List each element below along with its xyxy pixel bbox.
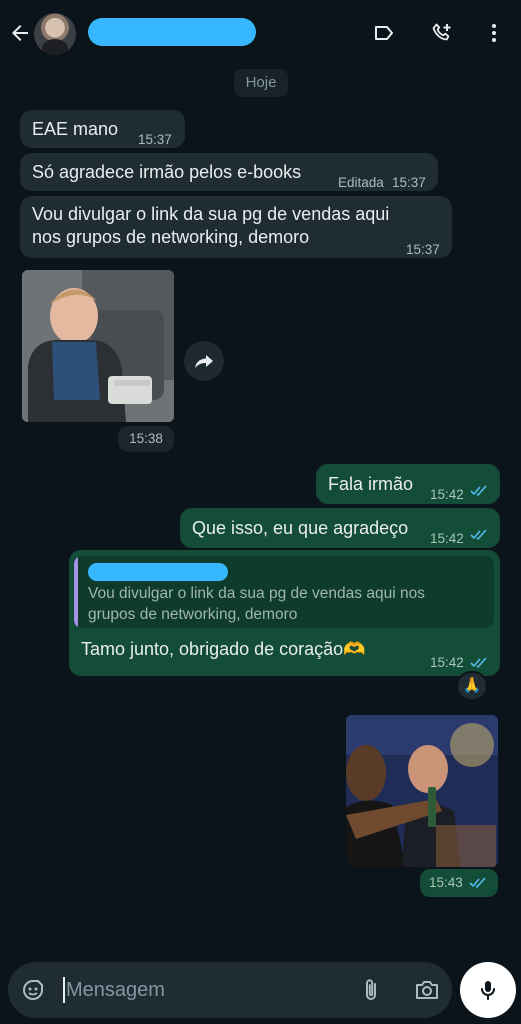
read-ticks-icon xyxy=(470,657,487,669)
voice-message-button[interactable] xyxy=(460,962,516,1018)
read-ticks-icon xyxy=(470,485,487,497)
message-text-line1: Vou divulgar o link da sua pg de vendas … xyxy=(32,204,390,224)
avatar[interactable] xyxy=(34,13,76,55)
movie-still-photo xyxy=(346,715,498,867)
message-time: 15:37 xyxy=(406,242,440,257)
camera-icon[interactable] xyxy=(414,977,440,1003)
quoted-text-line2: grupos de networking, demoro xyxy=(88,606,298,623)
message-text-line2: nos grupos de networking, demoro xyxy=(32,227,310,247)
message-text: Fala irmão xyxy=(328,474,414,494)
message-text: Só agradece irmão pelos e-books xyxy=(32,162,302,182)
image-time: 15:38 xyxy=(118,426,174,452)
message-time: 15:42 xyxy=(430,487,464,502)
read-ticks-icon xyxy=(469,877,486,889)
more-vert-icon[interactable] xyxy=(482,21,506,45)
message-text: Tamo junto, obrigado de coração🫶 xyxy=(81,639,366,659)
edited-label: Editada xyxy=(338,175,384,190)
image-time: 15:43 xyxy=(429,875,463,890)
message-text: Que isso, eu que agradeço xyxy=(192,518,409,538)
contact-name-redacted[interactable] xyxy=(88,18,256,46)
chat-header xyxy=(0,0,521,66)
sticker-icon[interactable] xyxy=(20,977,46,1003)
date-chip: Hoje xyxy=(234,69,288,97)
message-input-placeholder[interactable]: Mensagem xyxy=(66,979,165,1002)
message-time: 15:37 xyxy=(138,132,172,147)
message-text: EAE mano xyxy=(32,119,119,139)
message-incoming[interactable]: Só agradece irmão pelos e-books Editada … xyxy=(20,153,438,191)
quoted-author-redacted xyxy=(88,563,228,581)
read-ticks-icon xyxy=(470,529,487,541)
label-icon[interactable] xyxy=(372,21,396,45)
quoted-text-line1: Vou divulgar o link da sua pg de vendas … xyxy=(88,585,425,602)
forward-icon xyxy=(195,355,213,368)
message-time: 15:37 xyxy=(392,175,426,190)
message-time: 15:42 xyxy=(430,655,464,670)
attach-icon[interactable] xyxy=(359,977,385,1003)
message-composer[interactable]: Mensagem xyxy=(8,962,452,1018)
forward-button[interactable] xyxy=(184,341,224,381)
back-arrow-icon[interactable] xyxy=(8,21,32,45)
message-outgoing[interactable]: Fala irmão 15:42 xyxy=(316,464,500,504)
mic-icon xyxy=(481,981,495,1000)
child-photo xyxy=(22,270,174,422)
image-message-outgoing[interactable] xyxy=(346,715,498,867)
reaction-badge[interactable]: 🙏 xyxy=(456,671,488,701)
message-incoming[interactable]: Vou divulgar o link da sua pg de vendas … xyxy=(20,196,452,258)
image-message-incoming[interactable] xyxy=(22,270,174,422)
quoted-message[interactable]: Vou divulgar o link da sua pg de vendas … xyxy=(74,556,494,628)
message-outgoing[interactable]: Que isso, eu que agradeço 15:42 xyxy=(180,508,500,548)
add-call-icon[interactable] xyxy=(430,21,454,45)
message-time: 15:42 xyxy=(430,531,464,546)
message-incoming[interactable]: EAE mano 15:37 xyxy=(20,110,185,148)
text-caret xyxy=(63,977,65,1003)
quote-accent-bar xyxy=(74,556,78,628)
quoted-text: Vou divulgar o link da sua pg de vendas … xyxy=(88,583,484,625)
image-meta: 15:43 xyxy=(420,869,498,897)
